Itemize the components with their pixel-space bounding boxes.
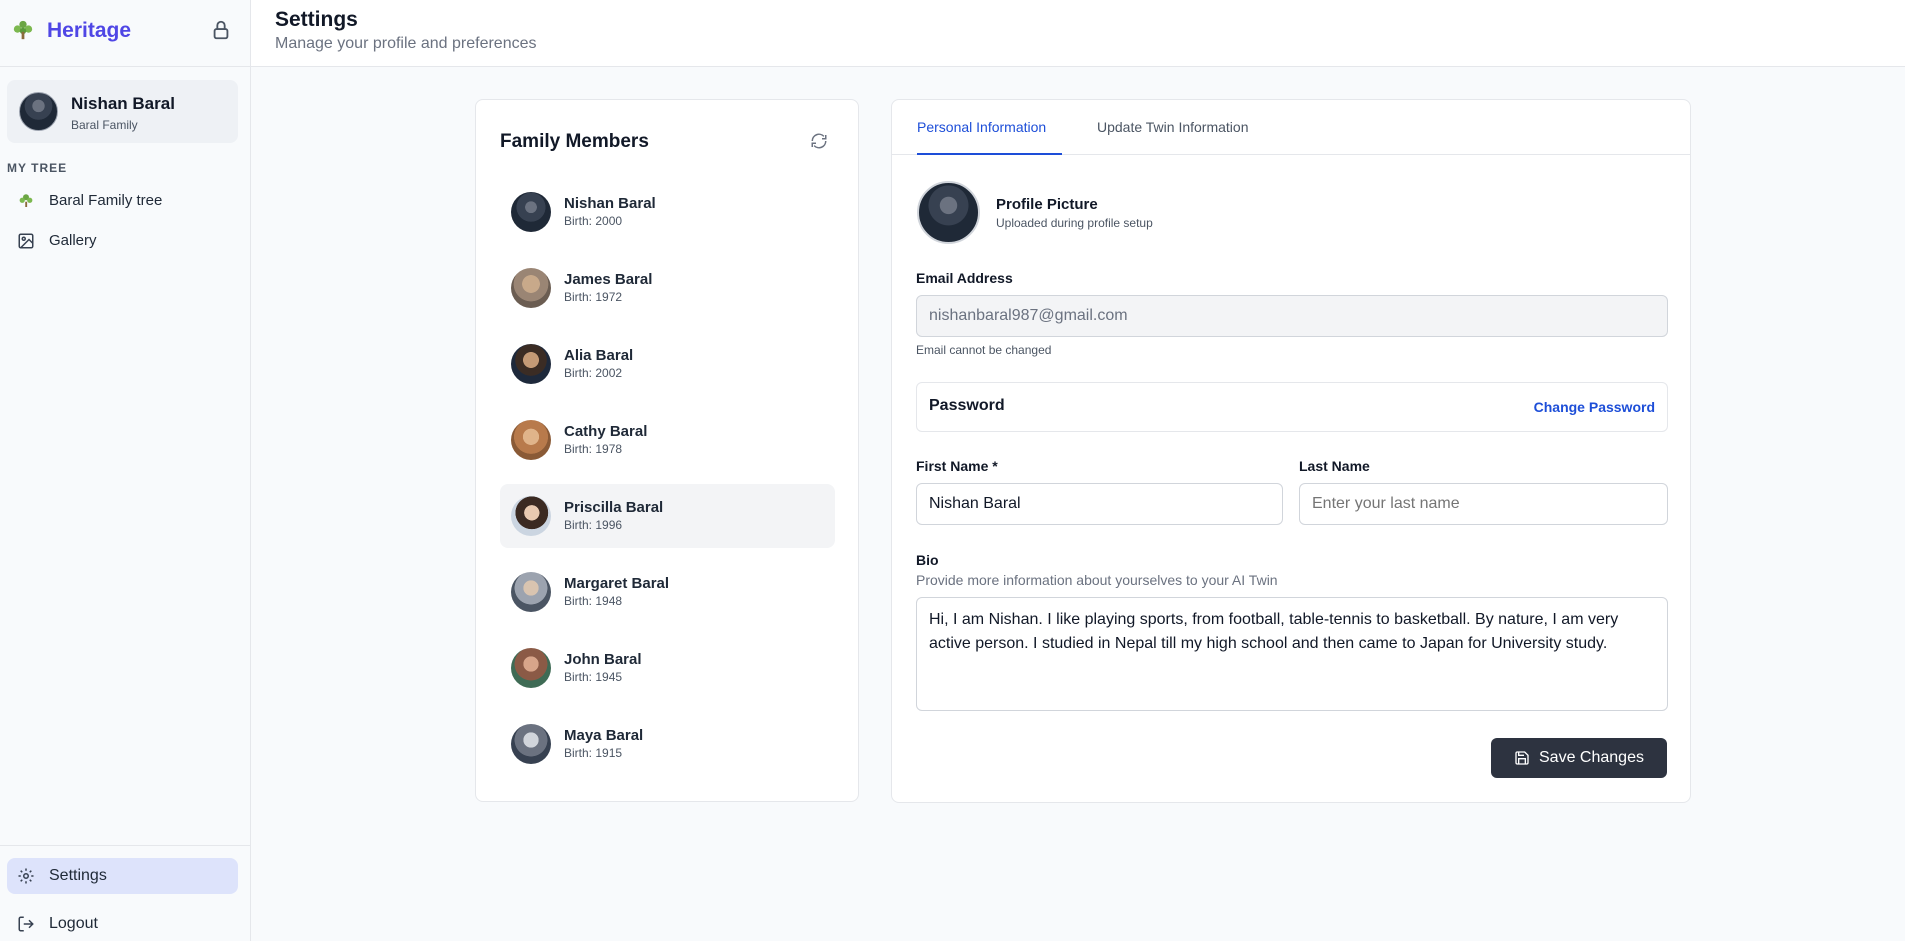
email-label: Email Address [916, 270, 1013, 286]
avatar [511, 496, 551, 536]
app-name[interactable]: Heritage [47, 19, 131, 43]
avatar [511, 572, 551, 612]
sidebar-item-label: Gallery [49, 232, 97, 249]
email-hint: Email cannot be changed [916, 343, 1052, 357]
family-member-item[interactable]: John Baral Birth: 1945 [500, 636, 835, 700]
first-name-label: First Name * [916, 458, 998, 474]
member-name: John Baral [564, 651, 642, 668]
gear-icon [18, 868, 34, 884]
member-birth: Birth: 1996 [564, 518, 623, 532]
password-label: Password [929, 397, 1005, 414]
save-changes-button[interactable]: Save Changes [1491, 738, 1667, 778]
avatar [511, 344, 551, 384]
family-member-item[interactable]: Margaret Baral Birth: 1948 [500, 560, 835, 624]
member-name: James Baral [564, 271, 653, 288]
tree-logo-icon [19, 194, 33, 207]
avatar [511, 648, 551, 688]
sidebar-item-label: Baral Family tree [49, 192, 163, 209]
user-card[interactable]: Nishan Baral Baral Family [7, 80, 238, 143]
section-label-my-tree: MY TREE [7, 161, 68, 175]
user-name: Nishan Baral [71, 94, 175, 113]
page-title: Settings [275, 8, 358, 31]
brand-header: Heritage [0, 0, 250, 67]
profile-tabs: Personal Information Update Twin Informa… [892, 100, 1690, 155]
sidebar: Heritage Nishan Baral Baral Family MY TR… [0, 0, 251, 941]
sidebar-item-label: Logout [49, 915, 98, 932]
tree-logo-icon [13, 20, 33, 40]
member-name: Margaret Baral [564, 575, 670, 592]
member-name: Priscilla Baral [564, 499, 664, 516]
refresh-icon[interactable] [810, 132, 828, 150]
last-name-label: Last Name [1299, 458, 1370, 474]
member-name: Alia Baral [564, 347, 634, 364]
page-header: Settings Manage your profile and prefere… [251, 0, 1905, 67]
family-members-title: Family Members [500, 131, 649, 152]
profile-card: Personal Information Update Twin Informa… [891, 99, 1691, 803]
family-member-item[interactable]: Alia Baral Birth: 2002 [500, 332, 835, 396]
member-birth: Birth: 1978 [564, 442, 623, 456]
avatar [511, 420, 551, 460]
profile-picture-subtitle: Uploaded during profile setup [996, 216, 1153, 230]
logout-icon [18, 916, 34, 932]
avatar [19, 92, 58, 131]
tab-personal-information[interactable]: Personal Information [917, 119, 1062, 155]
member-name: Maya Baral [564, 727, 644, 744]
avatar [511, 724, 551, 764]
avatar [511, 192, 551, 232]
family-member-item[interactable]: James Baral Birth: 1972 [500, 256, 835, 320]
email-field[interactable] [916, 295, 1668, 337]
sidebar-item-logout[interactable]: Logout [7, 906, 238, 941]
bio-label: Bio [916, 552, 939, 568]
change-password-link[interactable]: Change Password [1534, 399, 1655, 415]
sidebar-item-family-tree[interactable]: Baral Family tree [7, 183, 238, 219]
member-name: Cathy Baral [564, 423, 648, 440]
image-icon [18, 233, 34, 249]
family-members-card: Family Members Nishan Baral Birth: 2000 … [475, 99, 859, 802]
sidebar-item-gallery[interactable]: Gallery [7, 223, 238, 259]
user-family: Baral Family [71, 118, 138, 132]
member-name: Nishan Baral [564, 195, 656, 212]
sidebar-item-settings[interactable]: Settings [7, 858, 238, 894]
password-row: Password Change Password [916, 382, 1668, 432]
member-birth: Birth: 1915 [564, 746, 623, 760]
profile-picture [917, 181, 980, 244]
tab-update-twin-information[interactable]: Update Twin Information [1097, 119, 1249, 155]
save-icon [1515, 751, 1529, 765]
save-changes-label: Save Changes [1539, 749, 1644, 766]
family-member-item[interactable]: Nishan Baral Birth: 2000 [500, 180, 835, 244]
first-name-field[interactable] [916, 483, 1283, 525]
member-birth: Birth: 2002 [564, 366, 623, 380]
sidebar-item-label: Settings [49, 867, 107, 884]
lock-icon[interactable] [210, 19, 232, 41]
profile-picture-title: Profile Picture [996, 196, 1098, 213]
sidebar-footer: Settings Logout [0, 845, 250, 932]
member-birth: Birth: 2000 [564, 214, 623, 228]
family-member-item[interactable]: Cathy Baral Birth: 1978 [500, 408, 835, 472]
bio-textarea[interactable]: Hi, I am Nishan. I like playing sports, … [916, 597, 1668, 711]
member-birth: Birth: 1972 [564, 290, 623, 304]
member-birth: Birth: 1948 [564, 594, 623, 608]
avatar [511, 268, 551, 308]
member-birth: Birth: 1945 [564, 670, 623, 684]
bio-subtitle: Provide more information about yourselve… [916, 572, 1278, 588]
family-member-item[interactable]: Priscilla Baral Birth: 1996 [500, 484, 835, 548]
last-name-field[interactable] [1299, 483, 1668, 525]
family-member-item[interactable]: Maya Baral Birth: 1915 [500, 712, 835, 776]
page-subtitle: Manage your profile and preferences [275, 35, 537, 52]
